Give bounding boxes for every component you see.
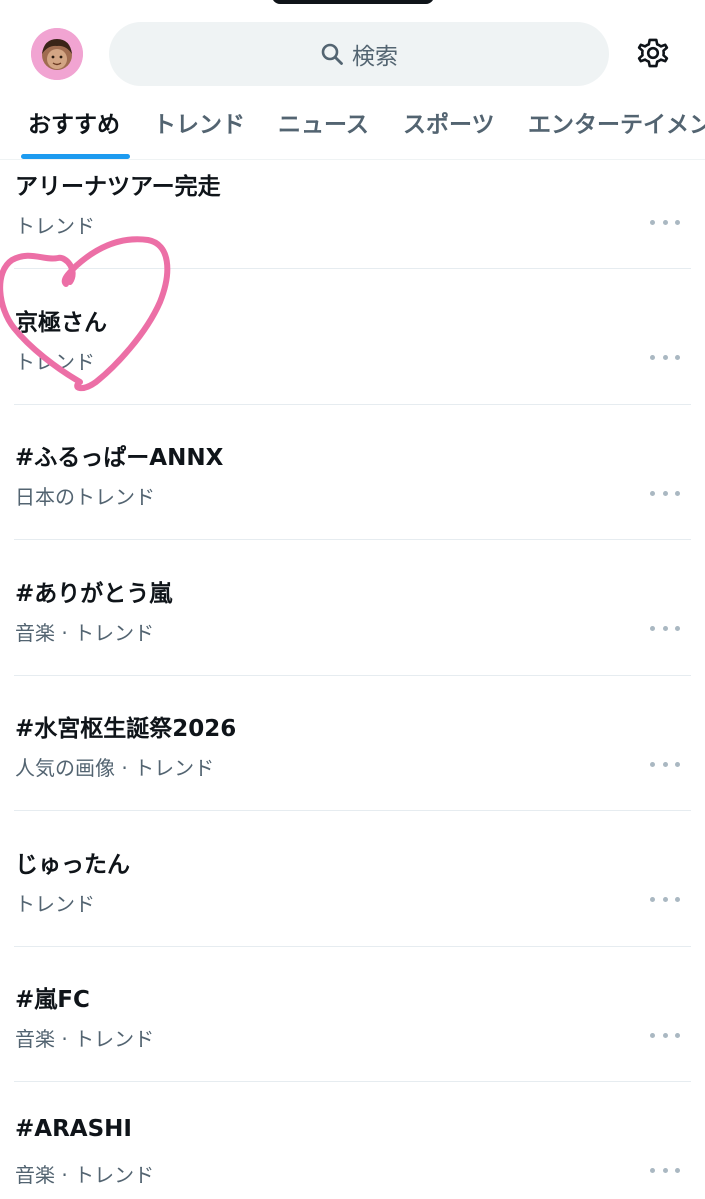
tab-recommended[interactable]: おすすめ xyxy=(28,106,120,159)
trend-meta: 日本のトレンド xyxy=(15,485,155,509)
explore-tabs: おすすめ トレンド ニュース スポーツ エンターテイメン xyxy=(0,106,705,160)
trend-item[interactable]: #ARASHI 音楽 · トレンド xyxy=(0,1109,705,1199)
gear-icon xyxy=(637,38,669,68)
more-horizontal-icon[interactable] xyxy=(650,892,680,908)
divider xyxy=(14,268,691,269)
avatar[interactable] xyxy=(31,28,83,80)
trend-title: #嵐FC xyxy=(15,987,90,1013)
settings-button[interactable] xyxy=(634,34,672,72)
trend-meta: 音楽 · トレンド xyxy=(15,1027,155,1051)
avatar-image xyxy=(31,28,83,80)
trend-title: #水宮枢生誕祭2026 xyxy=(15,716,237,742)
more-horizontal-icon[interactable] xyxy=(650,1027,680,1043)
trend-item[interactable]: #嵐FC 音楽 · トレンド xyxy=(0,973,705,1109)
explore-screen: 検索 おすすめ トレンド ニュース スポーツ エンターテイメン アリーナツアー完… xyxy=(0,0,705,1199)
trend-meta: 音楽 · トレンド xyxy=(15,620,155,645)
explore-header: 検索 xyxy=(0,0,705,106)
tab-trending[interactable]: トレンド xyxy=(153,106,245,159)
divider xyxy=(14,1081,691,1082)
more-horizontal-icon[interactable] xyxy=(650,621,680,637)
trend-title: #ARASHI xyxy=(15,1115,132,1142)
divider xyxy=(14,403,691,405)
trend-item[interactable]: #ふるっぱーANNX 日本のトレンド xyxy=(0,431,705,567)
trend-title: 京極さん xyxy=(15,309,107,336)
trend-meta: トレンド xyxy=(15,349,95,374)
trend-title: #ふるっぱーANNX xyxy=(15,445,224,471)
magnifier-icon xyxy=(321,43,343,65)
trend-title: アリーナツアー完走 xyxy=(15,174,221,200)
trend-meta: トレンド xyxy=(15,214,95,238)
trend-item[interactable]: アリーナツアー完走 トレンド xyxy=(0,160,705,296)
more-horizontal-icon[interactable] xyxy=(650,350,680,366)
tab-entertainment[interactable]: エンターテイメン xyxy=(528,106,705,159)
active-tab-indicator xyxy=(21,154,130,159)
divider xyxy=(14,810,691,811)
tab-news[interactable]: ニュース xyxy=(278,106,369,159)
trend-title: #ありがとう嵐 xyxy=(15,580,173,607)
more-horizontal-icon[interactable] xyxy=(650,214,680,230)
trend-meta: トレンド xyxy=(15,891,95,916)
trend-item[interactable]: じゅったん トレンド xyxy=(0,838,705,974)
more-horizontal-icon[interactable] xyxy=(650,756,680,772)
trend-list: アリーナツアー完走 トレンド 京極さん トレンド #ふるっぱーANNX 日本のト… xyxy=(0,160,705,1199)
divider xyxy=(14,674,691,676)
trend-item[interactable]: #水宮枢生誕祭2026 人気の画像 · トレンド xyxy=(0,702,705,838)
divider xyxy=(14,945,691,947)
search-label: 検索 xyxy=(352,44,398,70)
more-horizontal-icon[interactable] xyxy=(650,1163,680,1179)
trend-item[interactable]: #ありがとう嵐 音楽 · トレンド xyxy=(0,567,705,703)
trend-meta: 人気の画像 · トレンド xyxy=(15,756,215,780)
trend-meta: 音楽 · トレンド xyxy=(15,1162,155,1187)
trend-title: じゅったん xyxy=(15,851,130,878)
search-bar[interactable]: 検索 xyxy=(109,22,609,86)
tab-sports[interactable]: スポーツ xyxy=(403,106,495,159)
divider xyxy=(14,539,691,540)
more-horizontal-icon[interactable] xyxy=(650,485,680,501)
trend-item[interactable]: 京極さん トレンド xyxy=(0,296,705,432)
